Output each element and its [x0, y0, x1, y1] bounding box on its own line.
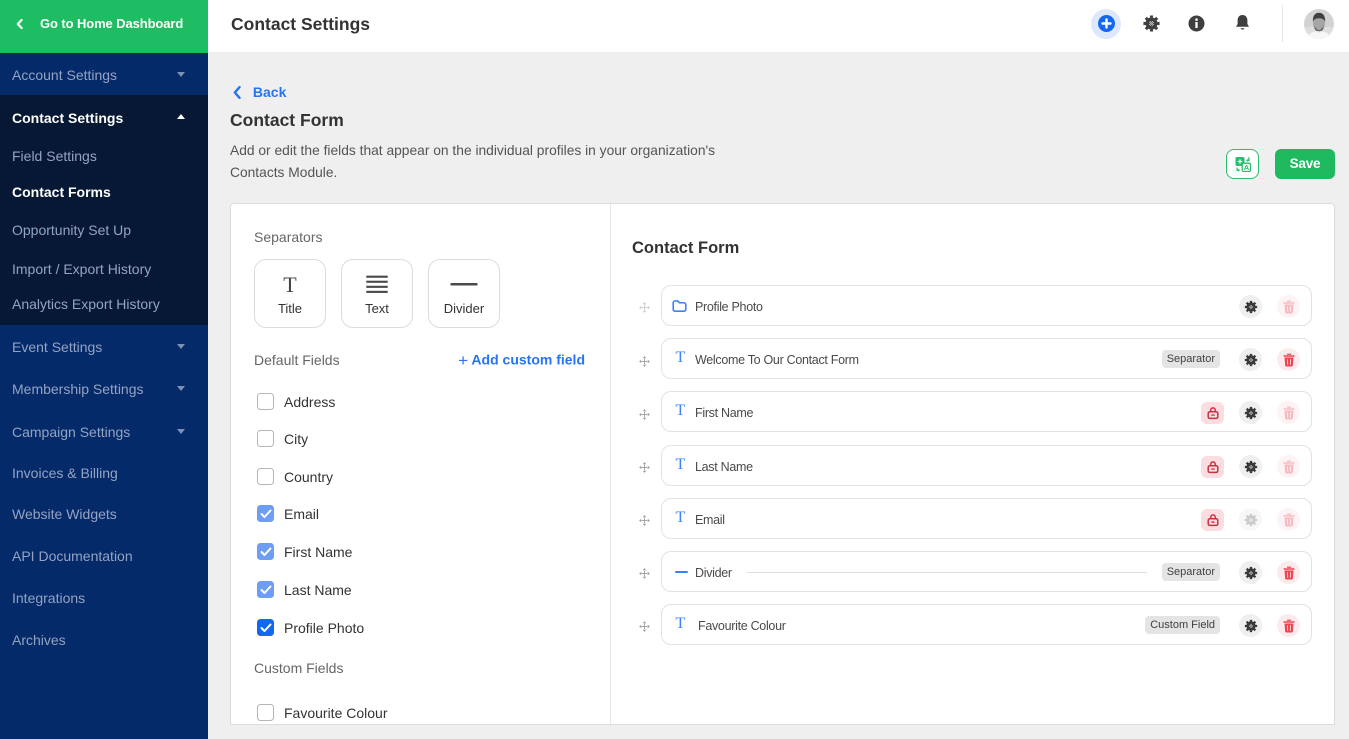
svg-text:A: A	[1244, 163, 1250, 172]
